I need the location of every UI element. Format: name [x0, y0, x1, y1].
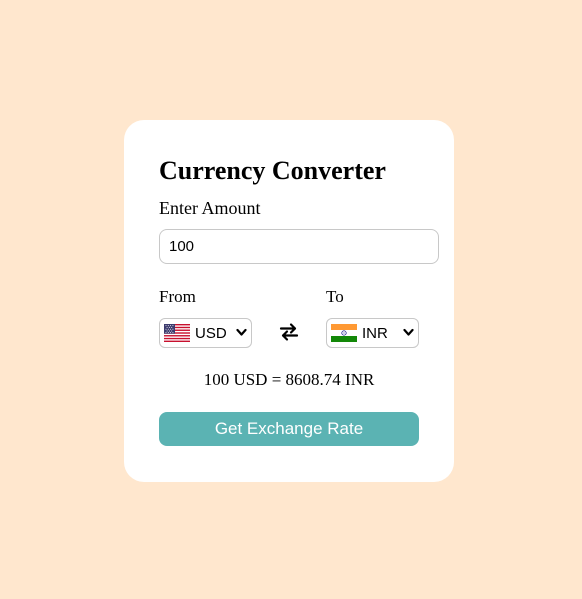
- amount-input[interactable]: [159, 229, 439, 264]
- get-exchange-rate-button[interactable]: Get Exchange Rate: [159, 412, 419, 446]
- to-label: To: [326, 287, 344, 306]
- to-currency-select[interactable]: INR: [326, 318, 419, 348]
- amount-label: Enter Amount: [159, 198, 261, 218]
- from-label: From: [159, 287, 196, 306]
- page-title: Currency Converter: [159, 156, 386, 185]
- to-currency-code: INR: [362, 324, 388, 342]
- swap-arrows-icon[interactable]: [279, 322, 299, 342]
- chevron-down-icon: [403, 328, 414, 336]
- converter-card: Currency Converter Enter Amount From To …: [124, 120, 454, 482]
- from-currency-select[interactable]: USD: [159, 318, 252, 348]
- from-currency-code: USD: [195, 324, 227, 342]
- exchange-result: 100 USD = 8608.74 INR: [203, 370, 375, 389]
- us-flag-icon: [164, 324, 190, 342]
- india-flag-icon: [331, 324, 357, 342]
- chevron-down-icon: [236, 328, 247, 336]
